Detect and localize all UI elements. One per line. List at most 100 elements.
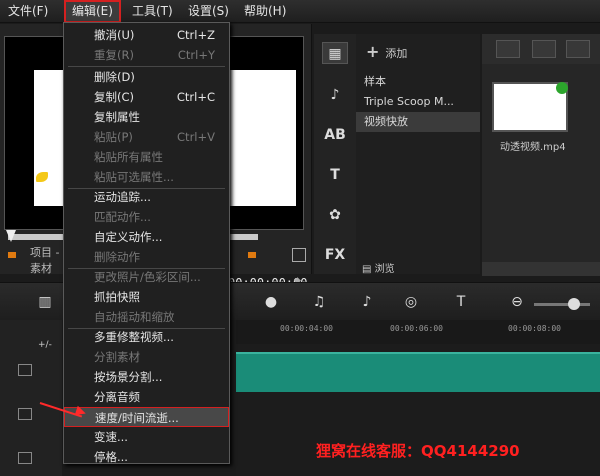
video-clip[interactable] [236, 352, 600, 392]
edit-menu-item[interactable]: 撤消(U) Ctrl+Z [64, 25, 229, 45]
edit-menu-item[interactable]: 抓拍快照 [64, 287, 229, 307]
edit-menu-item-label: 停格... [94, 450, 128, 464]
edit-menu-item-label: 撤消(U) [94, 28, 135, 42]
edit-menu-item-label: 匹配动作... [94, 210, 151, 224]
label-project[interactable]: 项目 - [30, 244, 59, 260]
lock-icon[interactable] [18, 408, 32, 420]
mark-in-icon[interactable] [8, 252, 16, 258]
menu-edit[interactable]: 编辑(E) [64, 0, 121, 23]
library-topbar [482, 34, 600, 64]
edit-menu-item[interactable]: 按场景分割... [64, 367, 229, 387]
edit-menu-item-label: 重复(R) [94, 48, 134, 62]
title-track-icon[interactable] [18, 452, 32, 464]
edit-menu-item-label: 变速... [94, 430, 128, 444]
track-toggle[interactable]: +/- [38, 340, 52, 350]
edit-menu-item-label: 删除动作 [94, 250, 140, 264]
filter-icon[interactable]: FX [322, 244, 348, 266]
video-track-icon[interactable] [18, 364, 32, 376]
edit-menu-item-label: 速度/时间流逝... [95, 411, 179, 425]
edit-menu-item-label: 复制(C) [94, 90, 135, 104]
zoom-out-icon[interactable]: ⊖ [506, 293, 528, 311]
mark-out-icon[interactable] [248, 252, 256, 258]
edit-menu-item[interactable]: 删除(D) [64, 67, 229, 87]
menu-tools[interactable]: 工具(T) [126, 0, 179, 23]
ruler-tick: 00:00:08:00 [508, 324, 561, 333]
edit-menu-shortcut: Ctrl+C [176, 90, 215, 104]
edit-menu-item[interactable]: 变速... [64, 427, 229, 447]
thumbnail-name: 动透视频.mp4 [500, 142, 566, 153]
label-clip[interactable]: 素材 [30, 260, 52, 276]
transition-icon[interactable]: AB [322, 124, 348, 146]
title-icon[interactable]: T [322, 164, 348, 186]
add-folder-button[interactable]: + 添加 [366, 42, 407, 61]
edit-menu-item-label: 多重修整视频... [94, 330, 174, 344]
show-video-icon[interactable] [532, 40, 556, 58]
graphics-icon[interactable]: ✿ [322, 204, 348, 226]
edit-menu-item-label: 按场景分割... [94, 370, 163, 384]
edit-menu-item: 粘贴(P) Ctrl+V [64, 127, 229, 147]
library-item[interactable]: Triple Scoop M... [356, 92, 480, 112]
edit-menu-item-label: 删除(D) [94, 70, 135, 84]
auto-music-icon[interactable]: ♪ [356, 293, 378, 311]
folder-icon[interactable] [496, 40, 520, 58]
edit-menu-item[interactable]: 多重修整视频... [64, 327, 229, 347]
add-label: 添加 [385, 47, 408, 60]
edit-menu-item: 粘贴所有属性 [64, 147, 229, 167]
edit-menu-item-label: 粘贴可选属性... [94, 170, 174, 184]
edit-menu-item: 删除动作 [64, 247, 229, 267]
menu-bar: 文件(F) 编辑(E) 工具(T) 设置(S) 帮助(H) [0, 0, 600, 23]
edit-menu-item-label: 分割素材 [94, 350, 140, 364]
timeline-ruler[interactable]: 00:00:04:00 00:00:06:00 00:00:08:00 [236, 320, 600, 344]
track-header: +/- [0, 320, 62, 476]
edit-menu-item-label: 复制属性 [94, 110, 140, 124]
storyboard-view-icon[interactable]: ▥ [34, 293, 56, 311]
instant-project-icon[interactable]: ♪ [322, 84, 348, 106]
edit-menu-item[interactable]: 自定义动作... [64, 227, 229, 247]
edit-menu-shortcut: Ctrl+V [177, 130, 215, 144]
edit-menu-item: 匹配动作... [64, 207, 229, 227]
edit-menu-item[interactable]: 停格... [64, 447, 229, 467]
check-icon [556, 82, 568, 94]
edit-menu-item-label: 粘贴(P) [94, 130, 133, 144]
watermark-text: 狸窝在线客服：QQ4144290 [316, 442, 520, 460]
thumbnail-area [482, 34, 600, 274]
edit-menu-item: 粘贴可选属性... [64, 167, 229, 187]
motion-track-icon[interactable]: ◎ [400, 293, 422, 311]
edit-menu-item-label: 自动摇动和缩放 [94, 310, 175, 324]
enlarge-icon[interactable] [292, 248, 306, 262]
library-item[interactable]: 样本 [356, 72, 480, 92]
ruler-tick: 00:00:04:00 [280, 324, 333, 333]
edit-menu-item[interactable]: 分离音频 [64, 387, 229, 407]
edit-menu-item-label: 分离音频 [94, 390, 140, 404]
edit-menu-item[interactable]: 速度/时间流逝... [64, 407, 229, 427]
subtitle-editor-icon[interactable]: T [450, 293, 472, 311]
library-scrollbar[interactable] [482, 262, 600, 276]
edit-menu-item-label: 运动追踪... [94, 190, 151, 204]
edit-menu-dropdown: 撤消(U) Ctrl+Z 重复(R) Ctrl+Y 删除(D) 复制(C) Ctrl+C 复制… [63, 22, 230, 464]
edit-menu-item[interactable]: 运动追踪... [64, 187, 229, 207]
menu-settings[interactable]: 设置(S) [182, 0, 235, 23]
edit-menu-item-label: 自定义动作... [94, 230, 163, 244]
zoom-slider[interactable] [534, 303, 590, 306]
record-capture-icon[interactable]: ● [260, 293, 282, 311]
edit-menu-item: 更改照片/色彩区间... [64, 267, 229, 287]
menu-file[interactable]: 文件(F) [2, 0, 54, 23]
edit-menu-item-label: 粘贴所有属性 [94, 150, 163, 164]
library-tool-strip: ▦ ♪ AB T ✿ FX [314, 34, 356, 274]
browse-button[interactable]: ▤ 浏览 [362, 260, 395, 275]
library-item-selected[interactable]: 视频快放 [356, 112, 480, 132]
media-library-icon[interactable]: ▦ [322, 42, 348, 64]
library-list: + 添加 样本 Triple Scoop M... 视频快放 ▤ 浏览 [356, 34, 480, 275]
edit-menu-item: 分割素材 [64, 347, 229, 367]
audio-mixer-icon[interactable]: ♫ [308, 293, 330, 311]
show-photo-icon[interactable] [566, 40, 590, 58]
edit-menu-shortcut: Ctrl+Z [177, 28, 215, 42]
zoom-knob[interactable] [568, 298, 580, 310]
edit-menu-item-label: 抓拍快照 [94, 290, 140, 304]
edit-menu-item[interactable]: 复制属性 [64, 107, 229, 127]
edit-menu-item[interactable]: 复制(C) Ctrl+C [64, 87, 229, 107]
edit-menu-item: 自动摇动和缩放 [64, 307, 229, 327]
menu-help[interactable]: 帮助(H) [238, 0, 292, 23]
preview-frame-right [230, 70, 296, 206]
edit-menu-item-label: 更改照片/色彩区间... [94, 270, 201, 284]
